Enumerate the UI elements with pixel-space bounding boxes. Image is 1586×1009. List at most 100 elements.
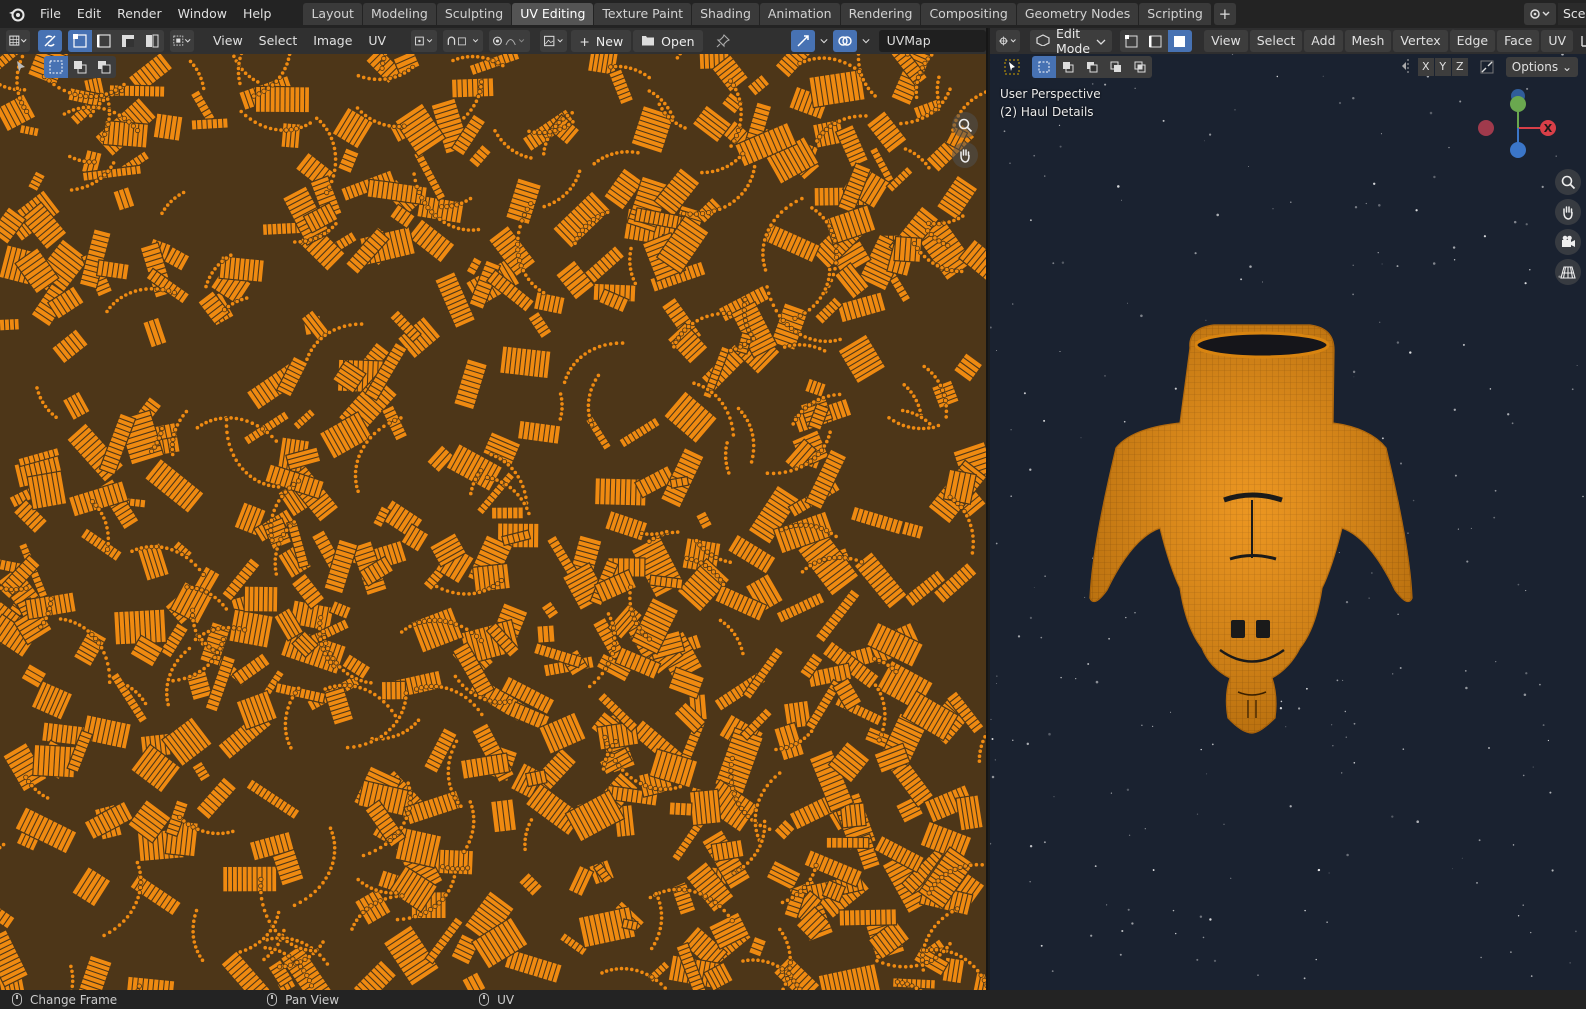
menu-render[interactable]: Render bbox=[109, 3, 170, 25]
uv-sync-selection-icon[interactable] bbox=[38, 30, 62, 52]
auto-merge-icon[interactable] bbox=[1475, 56, 1499, 78]
mirror-icon bbox=[1401, 58, 1417, 76]
pin-icon[interactable] bbox=[711, 30, 735, 52]
editor-type-icon[interactable] bbox=[6, 30, 30, 52]
vp-select-subtract-icon[interactable] bbox=[1080, 56, 1104, 78]
uv-menu-image[interactable]: Image bbox=[306, 30, 359, 52]
snap-icon[interactable] bbox=[443, 30, 484, 52]
tab-texture-paint[interactable]: Texture Paint bbox=[594, 3, 692, 25]
mesh-top-opening bbox=[1194, 331, 1330, 359]
tab-animation[interactable]: Animation bbox=[759, 3, 840, 25]
sticky-selection-icon[interactable] bbox=[170, 30, 194, 52]
mouse-right-icon bbox=[479, 993, 490, 1006]
mesh-window-left bbox=[1231, 620, 1245, 638]
blender-logo-icon[interactable] bbox=[6, 3, 28, 25]
menu-file[interactable]: File bbox=[32, 3, 69, 25]
select-box-mode-icon[interactable] bbox=[44, 56, 68, 78]
tab-rendering[interactable]: Rendering bbox=[840, 3, 921, 25]
3d-viewport[interactable]: Edit Mode View Select Add Mesh Vertex Ed… bbox=[990, 28, 1586, 990]
scene-name-field[interactable]: Scen bbox=[1558, 3, 1586, 25]
vp-menu-mesh[interactable]: Mesh bbox=[1344, 30, 1392, 52]
camera-view-icon[interactable] bbox=[1555, 229, 1581, 255]
tab-sculpting[interactable]: Sculpting bbox=[436, 3, 512, 25]
scene-browse-icon[interactable] bbox=[1524, 3, 1556, 25]
vp-select-intersect-icon[interactable] bbox=[1128, 56, 1152, 78]
edge-select-icon[interactable] bbox=[92, 30, 116, 52]
uv-menu-view[interactable]: View bbox=[206, 30, 250, 52]
new-image-label: New bbox=[595, 33, 624, 49]
face-select-icon[interactable] bbox=[116, 30, 140, 52]
viewport-tool-cursor-icon[interactable] bbox=[1000, 56, 1024, 78]
select-extend-icon[interactable] bbox=[68, 56, 92, 78]
vp-menu-edge[interactable]: Edge bbox=[1449, 30, 1496, 52]
gizmo-pos-y[interactable] bbox=[1510, 96, 1526, 112]
overlays-dropdown-icon[interactable] bbox=[859, 30, 873, 52]
new-image-button[interactable]: + New bbox=[571, 30, 632, 52]
tab-uv-editing[interactable]: UV Editing bbox=[512, 3, 594, 25]
status-change-frame: Change Frame bbox=[12, 993, 117, 1007]
overlays-toggle-icon[interactable] bbox=[832, 30, 857, 52]
vp-menu-face[interactable]: Face bbox=[1497, 30, 1540, 52]
folder-icon bbox=[641, 34, 655, 49]
uv-menu-uv[interactable]: UV bbox=[361, 30, 393, 52]
vertex-select-icon[interactable] bbox=[68, 30, 92, 52]
gizmo-pos-z[interactable] bbox=[1510, 142, 1526, 158]
menu-window[interactable]: Window bbox=[170, 3, 235, 25]
vp-select-extend-icon[interactable] bbox=[1056, 56, 1080, 78]
proportional-editing-icon[interactable] bbox=[489, 30, 530, 52]
vp-menu-vertex[interactable]: Vertex bbox=[1393, 30, 1448, 52]
status-uv-label: UV bbox=[497, 992, 515, 1007]
vp-menu-view[interactable]: View bbox=[1204, 30, 1248, 52]
viewport-header: Edit Mode View Select Add Mesh Vertex Ed… bbox=[990, 28, 1586, 56]
open-image-button[interactable]: Open bbox=[633, 30, 703, 52]
pivot-point-icon[interactable] bbox=[411, 30, 438, 52]
mouse-left-icon bbox=[12, 993, 22, 1006]
options-chevron-icon: ⌄ bbox=[1561, 60, 1572, 74]
add-workspace-button[interactable]: + bbox=[1213, 3, 1236, 25]
tab-geometry-nodes[interactable]: Geometry Nodes bbox=[1016, 3, 1139, 25]
menu-edit[interactable]: Edit bbox=[69, 3, 109, 25]
tab-modeling[interactable]: Modeling bbox=[362, 3, 436, 25]
tab-compositing[interactable]: Compositing bbox=[921, 3, 1016, 25]
tab-scripting[interactable]: Scripting bbox=[1139, 3, 1211, 25]
menu-help[interactable]: Help bbox=[235, 3, 280, 25]
vp-menu-add[interactable]: Add bbox=[1304, 30, 1343, 52]
vp-menu-select[interactable]: Select bbox=[1249, 30, 1303, 52]
mesh-vertex-select-icon[interactable] bbox=[1120, 30, 1145, 52]
vp-select-difference-icon[interactable] bbox=[1104, 56, 1128, 78]
tool-cursor-icon[interactable] bbox=[14, 60, 28, 77]
transform-orientation-icon[interactable] bbox=[1575, 30, 1586, 52]
gizmo-x-label: X bbox=[1544, 122, 1553, 135]
tab-layout[interactable]: Layout bbox=[303, 3, 362, 25]
perspective-label: User Perspective bbox=[1000, 87, 1101, 101]
vp-menu-uv[interactable]: UV bbox=[1541, 30, 1574, 52]
image-browse-icon[interactable] bbox=[539, 30, 568, 52]
mirror-z-toggle[interactable]: Z bbox=[1451, 58, 1468, 76]
tab-shading[interactable]: Shading bbox=[692, 3, 759, 25]
pan-hand-icon[interactable] bbox=[952, 142, 978, 168]
uv-canvas[interactable] bbox=[0, 54, 986, 990]
gizmo-neg-x[interactable] bbox=[1478, 120, 1494, 136]
mirror-y-toggle[interactable]: Y bbox=[1434, 58, 1451, 76]
gizmo-dropdown-icon[interactable] bbox=[817, 30, 831, 52]
uv-tool-buttons bbox=[44, 56, 116, 78]
viewport-zoom-icon[interactable] bbox=[1555, 169, 1581, 195]
uv-menu-select[interactable]: Select bbox=[252, 30, 305, 52]
status-pan-view-label: Pan View bbox=[285, 992, 340, 1007]
perspective-toggle-icon[interactable] bbox=[1555, 259, 1581, 285]
mesh-edge-select-icon[interactable] bbox=[1144, 30, 1169, 52]
mesh-face-select-icon[interactable] bbox=[1168, 30, 1193, 52]
mode-selector[interactable]: Edit Mode bbox=[1030, 28, 1113, 56]
viewport-editor-type-icon[interactable] bbox=[996, 30, 1020, 52]
options-dropdown[interactable]: Options ⌄ bbox=[1505, 57, 1578, 77]
uv-gizmo-toggle-icon[interactable] bbox=[790, 30, 815, 52]
select-subtract-icon[interactable] bbox=[92, 56, 116, 78]
island-select-icon[interactable] bbox=[140, 30, 164, 52]
vp-select-new-icon[interactable] bbox=[1032, 56, 1056, 78]
uvmap-selector[interactable]: UVMap bbox=[878, 30, 986, 52]
uv-editor-header: View Select Image UV + New Open UVMap bbox=[0, 28, 986, 54]
viewport-pan-hand-icon[interactable] bbox=[1555, 199, 1581, 225]
mirror-x-toggle[interactable]: X bbox=[1417, 58, 1434, 76]
zoom-icon[interactable] bbox=[952, 112, 978, 138]
mesh-select-mode-group bbox=[1120, 30, 1193, 52]
